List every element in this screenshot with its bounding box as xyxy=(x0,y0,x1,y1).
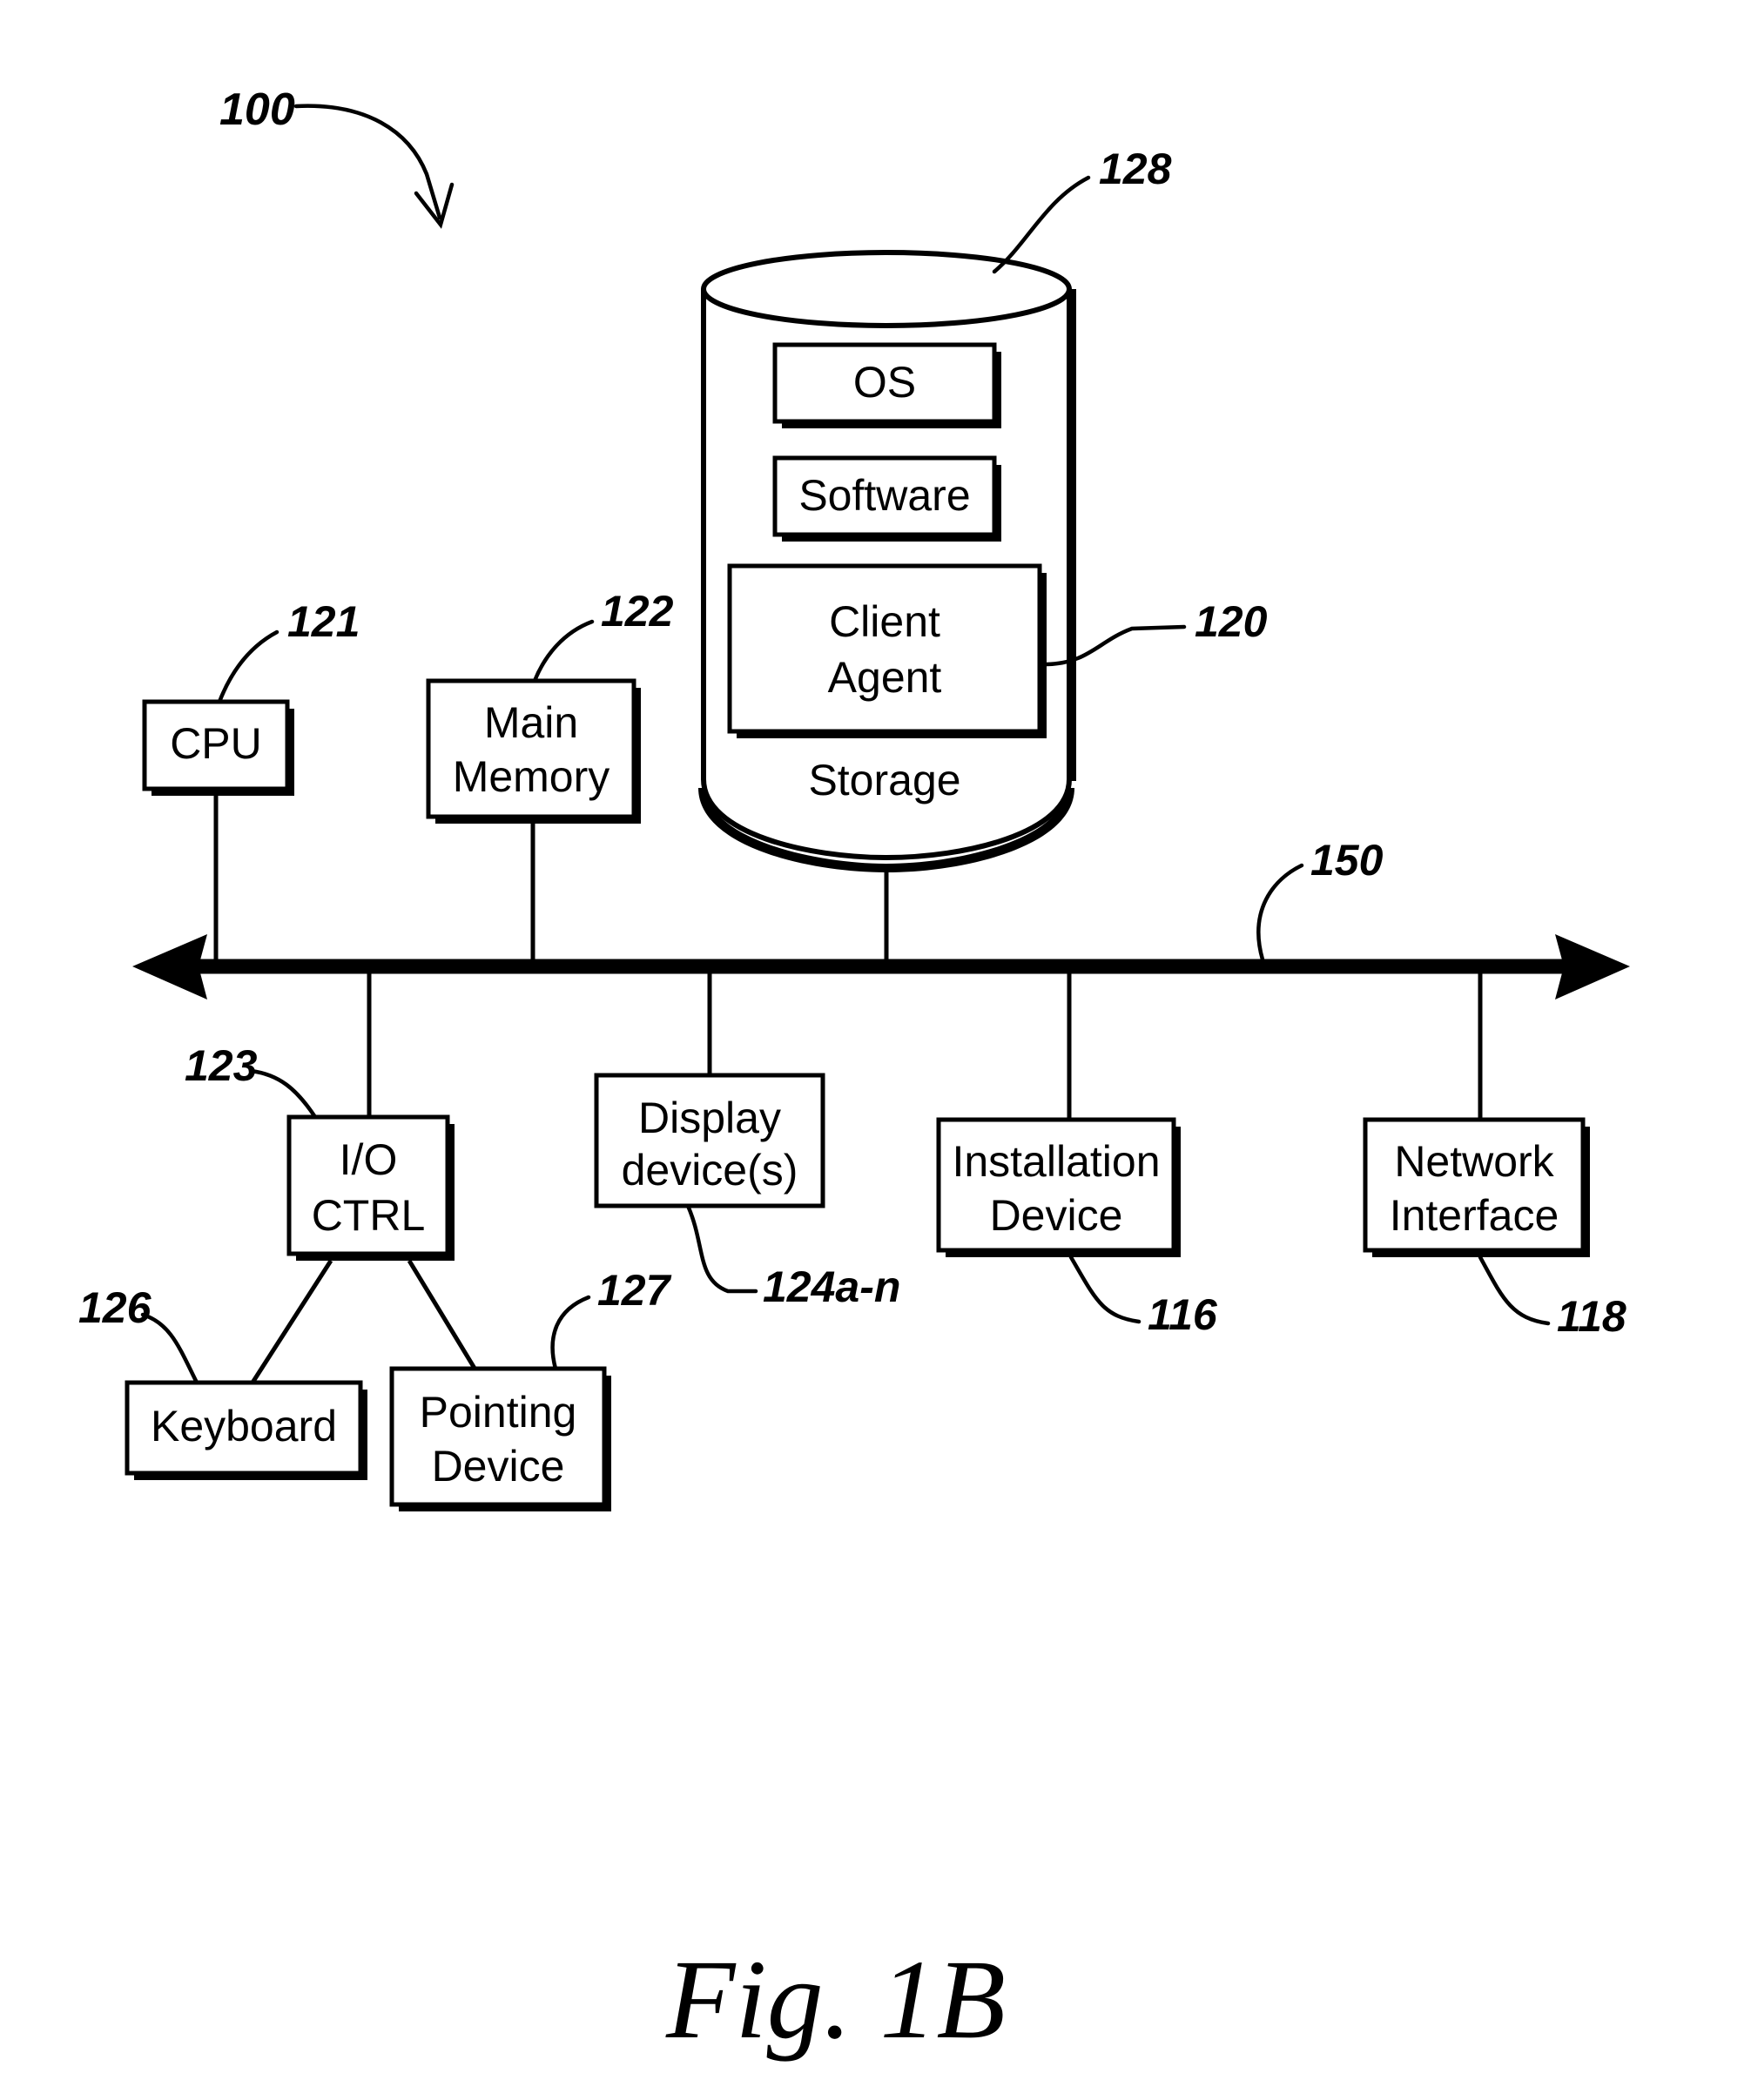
display-devices-ref-leader xyxy=(685,1203,758,1294)
component-installation-device-label-line2: Device xyxy=(990,1191,1123,1240)
storage-item-os: OS xyxy=(772,342,1001,428)
system-bus xyxy=(132,934,1630,1000)
system-ref-leader xyxy=(293,104,455,229)
ref-number-100: 100 xyxy=(219,84,295,135)
component-keyboard: Keyboard xyxy=(125,1380,367,1480)
patent-figure: 128 OS Software Client Agent Storage 120 xyxy=(0,0,1751,2100)
storage-item-client-agent-label-line1: Client xyxy=(829,597,940,646)
storage-item-client-agent: Client Agent xyxy=(727,563,1047,738)
ref-number-120: 120 xyxy=(1195,597,1268,646)
storage-label: Storage xyxy=(808,756,960,804)
component-display-devices-label-line2: device(s) xyxy=(622,1146,798,1195)
ref-number-128: 128 xyxy=(1099,145,1172,193)
network-interface-ref-leader xyxy=(1478,1255,1551,1326)
component-installation-device-label-line1: Installation xyxy=(952,1137,1160,1186)
component-pointing-device-label-line2: Device xyxy=(432,1442,565,1491)
component-main-memory-label-line1: Main xyxy=(484,698,578,747)
storage-item-software-label: Software xyxy=(798,471,970,520)
ref-number-118: 118 xyxy=(1557,1292,1626,1341)
ref-number-121: 121 xyxy=(287,597,360,646)
ref-number-123: 123 xyxy=(185,1041,258,1090)
installation-device-ref-leader xyxy=(1068,1255,1142,1324)
component-keyboard-label: Keyboard xyxy=(151,1402,337,1450)
main-memory-ref-leader xyxy=(532,619,595,683)
ref-number-122: 122 xyxy=(601,587,674,636)
cpu-ref-leader xyxy=(217,629,279,704)
component-display-devices: Display device(s) xyxy=(594,1073,825,1208)
component-main-memory: Main Memory xyxy=(426,678,641,824)
io-ctrl-ref-leader xyxy=(248,1068,318,1120)
component-io-ctrl: I/O CTRL xyxy=(286,1114,455,1261)
system-block-diagram: 128 OS Software Client Agent Storage 120 xyxy=(78,104,1630,2063)
connector-io-to-keyboard xyxy=(250,1259,333,1384)
component-main-memory-label-line2: Memory xyxy=(453,752,610,801)
component-cpu: CPU xyxy=(142,699,294,796)
ref-number-126: 126 xyxy=(78,1283,152,1332)
connector-io-to-pointing-device xyxy=(407,1259,486,1384)
component-network-interface-label-line1: Network xyxy=(1394,1137,1554,1186)
component-pointing-device-label-line1: Pointing xyxy=(420,1388,577,1437)
ref-number-150: 150 xyxy=(1310,836,1384,885)
pointing-device-ref-leader xyxy=(550,1295,591,1371)
component-pointing-device: Pointing Device xyxy=(389,1366,611,1511)
storage-ref-leader xyxy=(992,175,1091,274)
component-network-interface-label-line2: Interface xyxy=(1390,1191,1559,1240)
component-installation-device: Installation Device xyxy=(936,1117,1181,1257)
component-network-interface: Network Interface xyxy=(1363,1117,1590,1257)
bus-ref-leader xyxy=(1256,863,1304,962)
component-io-ctrl-label-line2: CTRL xyxy=(312,1191,426,1240)
ref-number-124a-n: 124a-n xyxy=(763,1262,900,1311)
component-display-devices-label-line1: Display xyxy=(638,1094,781,1142)
storage-item-os-label: OS xyxy=(853,358,916,407)
ref-number-116: 116 xyxy=(1148,1290,1218,1339)
storage-item-software: Software xyxy=(772,455,1001,542)
ref-number-127: 127 xyxy=(597,1266,672,1315)
figure-caption: Fig. 1B xyxy=(665,1937,1006,2063)
storage-item-client-agent-label-line2: Agent xyxy=(828,653,942,702)
component-io-ctrl-label-line1: I/O xyxy=(340,1135,398,1184)
component-cpu-label: CPU xyxy=(170,719,262,768)
